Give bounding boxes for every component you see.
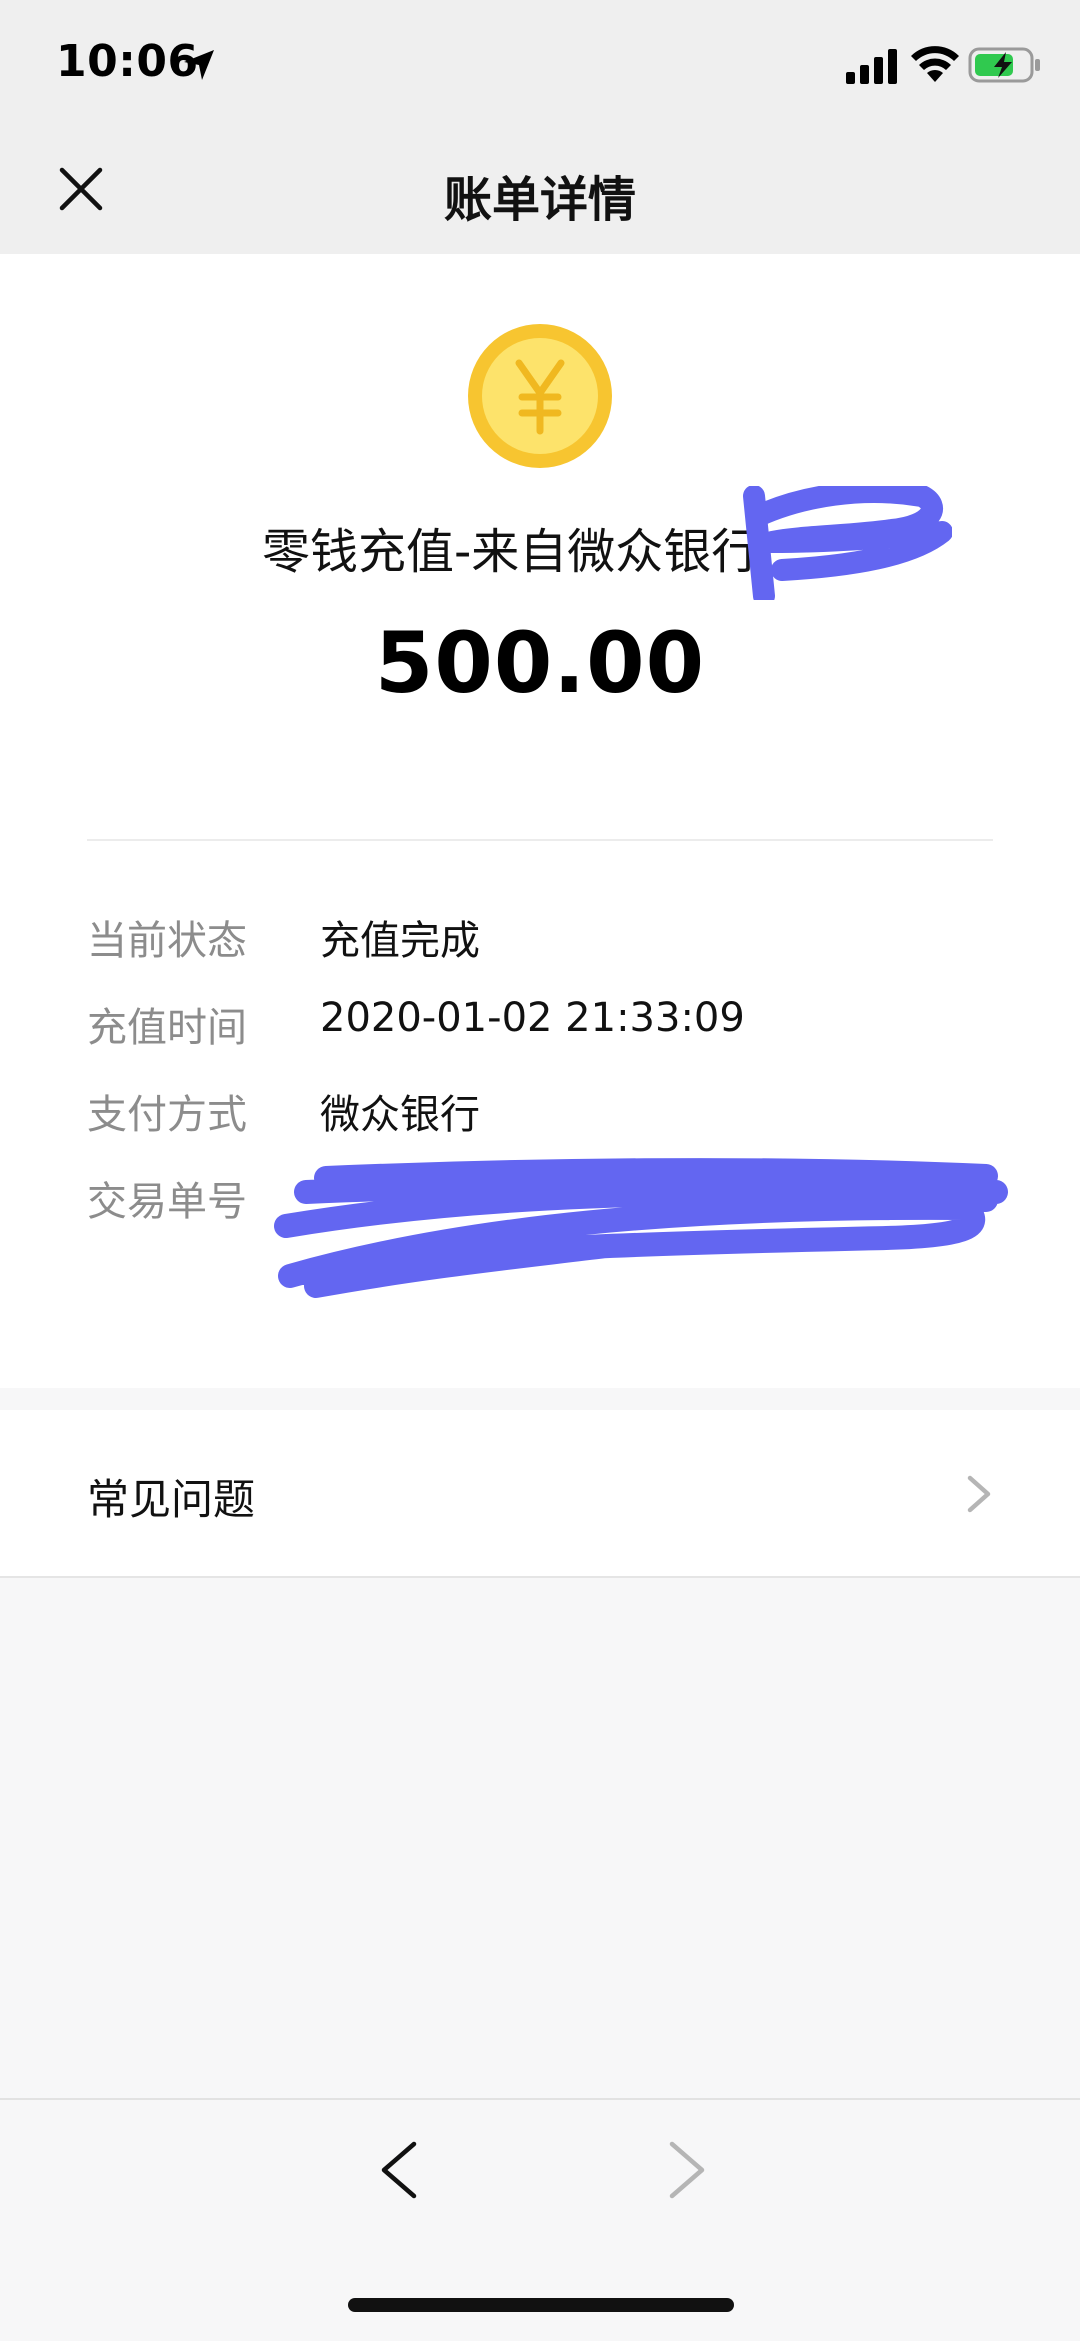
chevron-right-icon — [967, 1475, 991, 1513]
faq-row[interactable]: 常见问题 — [0, 1410, 1080, 1578]
redaction-scribble — [274, 1158, 1008, 1298]
chevron-left-icon[interactable] — [376, 2140, 422, 2200]
location-arrow-icon — [184, 50, 214, 80]
detail-value: 2020-01-02 21:33:09 — [320, 995, 745, 1041]
detail-value: 充值完成 — [320, 918, 480, 964]
chevron-right-icon[interactable] — [664, 2140, 710, 2200]
detail-value: 微众银行 — [320, 1092, 480, 1138]
detail-label: 当前状态 — [87, 918, 247, 964]
detail-row-status: 当前状态 充值完成 — [87, 908, 993, 968]
detail-label: 支付方式 — [87, 1092, 247, 1138]
battery-charging-icon — [968, 47, 1040, 83]
divider — [87, 839, 993, 841]
cellular-signal-icon — [846, 49, 897, 84]
detail-label: 交易单号 — [87, 1179, 247, 1225]
status-time: 10:06 — [56, 36, 199, 87]
amount-value: 500.00 — [374, 614, 706, 712]
page-title: 账单详情 — [443, 172, 636, 228]
faq-label: 常见问题 — [87, 1475, 256, 1524]
wifi-icon — [911, 46, 959, 82]
home-indicator[interactable] — [348, 2298, 734, 2312]
detail-row-payment: 支付方式 微众银行 — [87, 1082, 993, 1142]
detail-row-time: 充值时间 2020-01-02 21:33:09 — [87, 995, 993, 1055]
detail-label: 充值时间 — [87, 1005, 247, 1051]
yuan-coin-icon — [468, 324, 612, 468]
redaction-scribble — [743, 486, 952, 600]
